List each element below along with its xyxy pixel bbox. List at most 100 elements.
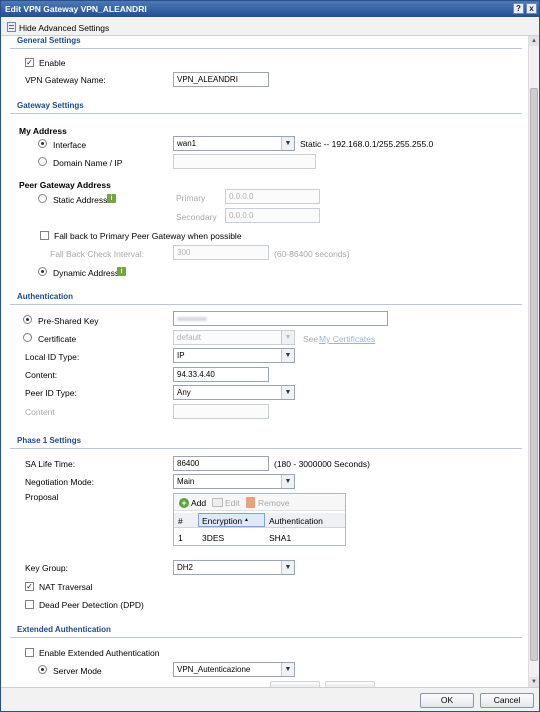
add-icon[interactable]: + (179, 498, 189, 508)
local-id-type-select[interactable]: IP ▼ (173, 348, 295, 363)
column-header-authentication[interactable]: Authentication (269, 516, 323, 526)
content-label: Content: (25, 370, 58, 380)
edit-button[interactable]: Edit (225, 498, 240, 508)
column-header-encryption[interactable]: Encryption (202, 516, 242, 526)
nat-traversal-checkbox[interactable]: ✓ (25, 582, 34, 591)
close-button[interactable]: x (526, 3, 537, 14)
enable-extended-auth-checkbox[interactable] (25, 648, 34, 657)
primary-address-input[interactable]: 0.0.0.0 (225, 189, 320, 204)
server-mode-label: Server Mode (53, 666, 102, 676)
info-icon[interactable]: i (117, 267, 126, 276)
add-button[interactable]: Add (191, 498, 206, 508)
enable-extended-auth-label: Enable Extended Authentication (39, 648, 160, 658)
secondary-address-input[interactable]: 0.0.0.0 (225, 208, 320, 223)
general-settings-heading: General Settings (10, 36, 522, 49)
help-button[interactable]: ? (513, 3, 524, 14)
server-mode-select[interactable]: VPN_Autenticazione ▼ (173, 662, 295, 677)
peer-content-input[interactable] (173, 404, 269, 419)
key-group-value: DH2 (177, 563, 194, 572)
domain-name-radio[interactable] (38, 157, 47, 166)
domain-name-label: Domain Name / IP (53, 158, 123, 168)
masked-key-blur (177, 317, 207, 321)
negotiation-mode-select[interactable]: Main ▼ (173, 474, 295, 489)
certificate-label: Certificate (38, 334, 77, 344)
proposal-number: 1 (178, 533, 183, 543)
domain-name-input[interactable] (173, 154, 316, 169)
see-label: See (303, 334, 319, 344)
title-bar[interactable]: Edit VPN Gateway VPN_ALEANDRI ? x (1, 1, 539, 17)
ok-button[interactable]: OK (420, 693, 474, 708)
enable-label: Enable (39, 58, 66, 68)
peer-id-type-select[interactable]: Any ▼ (173, 385, 295, 400)
chevron-down-icon: ▼ (281, 386, 294, 399)
chevron-down-icon: ▼ (281, 663, 294, 676)
certificate-radio[interactable] (23, 333, 32, 342)
proposal-authentication: SHA1 (269, 533, 292, 543)
dialog-footer: OK Cancel (1, 687, 539, 711)
interface-info-text: Static -- 192.168.0.1/255.255.255.0 (300, 139, 434, 149)
proposal-header-row: # Encryption ▲ Authentication (174, 513, 345, 528)
proposal-encryption: 3DES (202, 533, 225, 543)
dynamic-address-radio[interactable] (38, 267, 47, 276)
toolbar: Hide Advanced Settings (1, 17, 539, 36)
chevron-down-icon: ▼ (281, 137, 294, 150)
check-icon: ✓ (26, 58, 33, 67)
secondary-label: Secondary (176, 212, 217, 222)
sa-life-time-label: SA Life Time: (25, 459, 76, 469)
vpn-gateway-name-input[interactable]: VPN_ALEANDRI (173, 72, 269, 87)
my-certificates-link[interactable]: My Certificates (319, 334, 375, 344)
server-mode-radio[interactable] (38, 665, 47, 674)
proposal-toolbar: + Add Edit Remove (174, 494, 345, 511)
vertical-scrollbar[interactable]: ▲ ▼ (528, 36, 539, 687)
local-id-type-label: Local ID Type: (25, 352, 80, 362)
static-address-label: Static Address (53, 195, 108, 205)
sa-life-time-input[interactable]: 86400 (173, 456, 269, 471)
proposal-label: Proposal (25, 492, 59, 502)
info-icon[interactable]: i (107, 194, 116, 203)
hide-advanced-settings-link[interactable]: Hide Advanced Settings (19, 23, 109, 33)
chevron-down-icon: ▼ (281, 561, 294, 574)
dynamic-address-label: Dynamic Address (53, 268, 120, 278)
advanced-settings-icon[interactable] (7, 22, 16, 32)
enable-checkbox[interactable]: ✓ (25, 58, 34, 67)
my-address-label: My Address (19, 126, 67, 136)
fallback-interval-label: Fall Back Check Interval: (50, 249, 145, 259)
interface-radio[interactable] (38, 139, 47, 148)
certificate-value: default (177, 333, 202, 342)
static-address-radio[interactable] (38, 194, 47, 203)
certificate-select[interactable]: default ▼ (173, 330, 295, 345)
fallback-checkbox[interactable] (40, 231, 49, 240)
interface-select[interactable]: wan1 ▼ (173, 136, 295, 151)
remove-button[interactable]: Remove (258, 498, 290, 508)
fallback-interval-input[interactable]: 300 (173, 245, 269, 260)
key-group-label: Key Group: (25, 563, 68, 573)
nat-traversal-label: NAT Traversal (39, 582, 93, 592)
chevron-down-icon: ▼ (281, 349, 294, 362)
trash-icon (246, 497, 255, 508)
cancel-button[interactable]: Cancel (480, 693, 534, 708)
sa-life-time-hint: (180 - 3000000 Seconds) (274, 459, 370, 469)
scroll-down-icon[interactable]: ▼ (529, 677, 539, 687)
gateway-settings-heading: Gateway Settings (10, 101, 522, 114)
table-row[interactable]: 1 3DES SHA1 (174, 529, 345, 544)
negotiation-mode-value: Main (177, 477, 195, 486)
form-area: General Settings ✓ Enable VPN Gateway Na… (1, 36, 528, 687)
dpd-checkbox[interactable] (25, 600, 34, 609)
interface-value: wan1 (177, 139, 197, 148)
fallback-label: Fall back to Primary Peer Gateway when p… (54, 231, 242, 241)
check-icon: ✓ (26, 582, 33, 591)
primary-label: Primary (176, 193, 206, 203)
peer-gateway-address-label: Peer Gateway Address (19, 180, 111, 190)
phase1-settings-heading: Phase 1 Settings (10, 436, 522, 449)
pre-shared-key-input[interactable] (173, 311, 388, 326)
negotiation-mode-label: Negotiation Mode: (25, 477, 94, 487)
scrollbar-thumb[interactable] (530, 88, 538, 661)
local-id-type-value: IP (177, 351, 185, 360)
vpn-gateway-name-label: VPN Gateway Name: (25, 75, 106, 85)
local-content-input[interactable]: 94.33.4.40 (173, 367, 269, 382)
peer-id-type-label: Peer ID Type: (25, 388, 77, 398)
pre-shared-key-radio[interactable] (23, 315, 32, 324)
scroll-up-icon[interactable]: ▲ (529, 36, 539, 46)
key-group-select[interactable]: DH2 ▼ (173, 560, 295, 575)
column-header-number[interactable]: # (178, 516, 183, 526)
